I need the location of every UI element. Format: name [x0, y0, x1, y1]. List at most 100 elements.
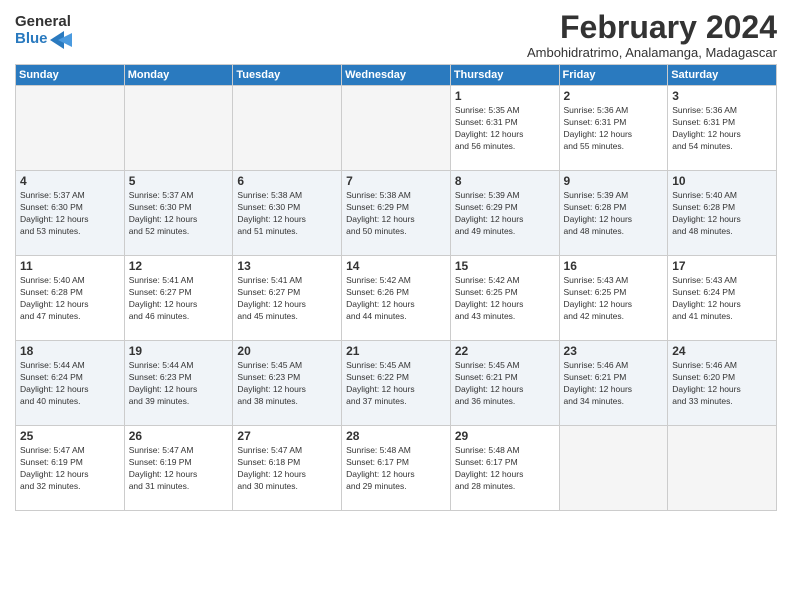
col-saturday: Saturday	[668, 65, 777, 86]
page: General Blue February 2024 Ambohidratrim…	[0, 0, 792, 612]
day-cell: 6 Sunrise: 5:38 AMSunset: 6:30 PMDaylight…	[233, 171, 342, 256]
day-cell: 17Sunrise: 5:43 AMSunset: 6:24 PMDayligh…	[668, 256, 777, 341]
col-monday: Monday	[124, 65, 233, 86]
day-info: Sunrise: 5:35 AMSunset: 6:31 PMDaylight:…	[455, 105, 555, 153]
day-cell: 9Sunrise: 5:39 AMSunset: 6:28 PMDaylight…	[559, 171, 668, 256]
day-info: Sunrise: 5:43 AMSunset: 6:24 PMDaylight:…	[672, 275, 772, 323]
week-row-1: 1 Sunrise: 5:35 AMSunset: 6:31 PMDaylight…	[16, 86, 777, 171]
calendar-header-row: Sunday Monday Tuesday Wednesday Thursday…	[16, 65, 777, 86]
day-cell: 10 Sunrise: 5:40 AMSunset: 6:28 PMDayligh…	[668, 171, 777, 256]
day-number: 2	[564, 89, 664, 103]
day-cell: 7Sunrise: 5:38 AMSunset: 6:29 PMDaylight…	[342, 171, 451, 256]
day-info: Sunrise: 5:40 AMSunset: 6:28 PMDaylight:…	[672, 190, 772, 238]
day-number: 12	[129, 259, 229, 273]
day-cell: 8 Sunrise: 5:39 AMSunset: 6:29 PMDaylight…	[450, 171, 559, 256]
logo-blue: Blue	[15, 31, 72, 49]
day-number: 29	[455, 429, 555, 443]
day-cell: 5 Sunrise: 5:37 AMSunset: 6:30 PMDaylight…	[124, 171, 233, 256]
logo-arrow-icon	[50, 31, 72, 49]
day-info: Sunrise: 5:40 AMSunset: 6:28 PMDaylight:…	[20, 275, 120, 323]
week-row-2: 4 Sunrise: 5:37 AMSunset: 6:30 PMDaylight…	[16, 171, 777, 256]
calendar-table: Sunday Monday Tuesday Wednesday Thursday…	[15, 64, 777, 511]
day-cell	[124, 86, 233, 171]
day-number: 9	[564, 174, 664, 188]
day-number: 15	[455, 259, 555, 273]
day-number: 6	[237, 174, 337, 188]
day-cell: 1 Sunrise: 5:35 AMSunset: 6:31 PMDaylight…	[450, 86, 559, 171]
day-cell: 16 Sunrise: 5:43 AMSunset: 6:25 PMDayligh…	[559, 256, 668, 341]
day-info: Sunrise: 5:37 AMSunset: 6:30 PMDaylight:…	[129, 190, 229, 238]
day-info: Sunrise: 5:47 AMSunset: 6:19 PMDaylight:…	[129, 445, 229, 493]
location-subtitle: Ambohidratrimo, Analamanga, Madagascar	[527, 45, 777, 60]
day-info: Sunrise: 5:42 AMSunset: 6:26 PMDaylight:…	[346, 275, 446, 323]
day-number: 1	[455, 89, 555, 103]
col-thursday: Thursday	[450, 65, 559, 86]
day-info: Sunrise: 5:46 AMSunset: 6:21 PMDaylight:…	[564, 360, 664, 408]
day-cell: 3Sunrise: 5:36 AMSunset: 6:31 PMDaylight…	[668, 86, 777, 171]
day-cell	[559, 426, 668, 511]
day-number: 8	[455, 174, 555, 188]
day-number: 27	[237, 429, 337, 443]
day-info: Sunrise: 5:45 AMSunset: 6:23 PMDaylight:…	[237, 360, 337, 408]
day-info: Sunrise: 5:42 AMSunset: 6:25 PMDaylight:…	[455, 275, 555, 323]
day-info: Sunrise: 5:44 AMSunset: 6:23 PMDaylight:…	[129, 360, 229, 408]
week-row-4: 18Sunrise: 5:44 AMSunset: 6:24 PMDayligh…	[16, 341, 777, 426]
day-info: Sunrise: 5:46 AMSunset: 6:20 PMDaylight:…	[672, 360, 772, 408]
col-sunday: Sunday	[16, 65, 125, 86]
day-cell	[668, 426, 777, 511]
day-info: Sunrise: 5:43 AMSunset: 6:25 PMDaylight:…	[564, 275, 664, 323]
col-tuesday: Tuesday	[233, 65, 342, 86]
day-number: 22	[455, 344, 555, 358]
day-info: Sunrise: 5:38 AMSunset: 6:30 PMDaylight:…	[237, 190, 337, 238]
day-cell: 21 Sunrise: 5:45 AMSunset: 6:22 PMDayligh…	[342, 341, 451, 426]
day-info: Sunrise: 5:37 AMSunset: 6:30 PMDaylight:…	[20, 190, 120, 238]
day-cell: 2Sunrise: 5:36 AMSunset: 6:31 PMDaylight…	[559, 86, 668, 171]
day-number: 4	[20, 174, 120, 188]
day-cell: 25 Sunrise: 5:47 AMSunset: 6:19 PMDayligh…	[16, 426, 125, 511]
col-friday: Friday	[559, 65, 668, 86]
day-cell: 19 Sunrise: 5:44 AMSunset: 6:23 PMDayligh…	[124, 341, 233, 426]
day-number: 18	[20, 344, 120, 358]
day-cell: 12Sunrise: 5:41 AMSunset: 6:27 PMDayligh…	[124, 256, 233, 341]
day-cell: 23Sunrise: 5:46 AMSunset: 6:21 PMDayligh…	[559, 341, 668, 426]
day-number: 24	[672, 344, 772, 358]
day-cell	[16, 86, 125, 171]
title-area: February 2024 Ambohidratrimo, Analamanga…	[527, 10, 777, 60]
day-cell: 29 Sunrise: 5:48 AMSunset: 6:17 PMDayligh…	[450, 426, 559, 511]
day-number: 3	[672, 89, 772, 103]
day-cell: 11Sunrise: 5:40 AMSunset: 6:28 PMDayligh…	[16, 256, 125, 341]
day-cell: 15 Sunrise: 5:42 AMSunset: 6:25 PMDayligh…	[450, 256, 559, 341]
day-cell: 4 Sunrise: 5:37 AMSunset: 6:30 PMDaylight…	[16, 171, 125, 256]
day-number: 10	[672, 174, 772, 188]
day-cell: 27 Sunrise: 5:47 AMSunset: 6:18 PMDayligh…	[233, 426, 342, 511]
day-info: Sunrise: 5:39 AMSunset: 6:29 PMDaylight:…	[455, 190, 555, 238]
logo-container: General Blue	[15, 14, 72, 49]
day-number: 14	[346, 259, 446, 273]
day-number: 20	[237, 344, 337, 358]
logo: General Blue	[15, 14, 72, 49]
day-info: Sunrise: 5:48 AMSunset: 6:17 PMDaylight:…	[455, 445, 555, 493]
day-number: 13	[237, 259, 337, 273]
col-wednesday: Wednesday	[342, 65, 451, 86]
day-number: 5	[129, 174, 229, 188]
month-year-title: February 2024	[527, 10, 777, 45]
day-info: Sunrise: 5:38 AMSunset: 6:29 PMDaylight:…	[346, 190, 446, 238]
day-number: 26	[129, 429, 229, 443]
day-number: 21	[346, 344, 446, 358]
day-number: 25	[20, 429, 120, 443]
day-cell: 13 Sunrise: 5:41 AMSunset: 6:27 PMDayligh…	[233, 256, 342, 341]
day-number: 28	[346, 429, 446, 443]
day-info: Sunrise: 5:48 AMSunset: 6:17 PMDaylight:…	[346, 445, 446, 493]
day-info: Sunrise: 5:47 AMSunset: 6:18 PMDaylight:…	[237, 445, 337, 493]
day-cell: 18Sunrise: 5:44 AMSunset: 6:24 PMDayligh…	[16, 341, 125, 426]
day-info: Sunrise: 5:45 AMSunset: 6:22 PMDaylight:…	[346, 360, 446, 408]
day-info: Sunrise: 5:45 AMSunset: 6:21 PMDaylight:…	[455, 360, 555, 408]
day-number: 16	[564, 259, 664, 273]
day-number: 19	[129, 344, 229, 358]
day-cell: 28 Sunrise: 5:48 AMSunset: 6:17 PMDayligh…	[342, 426, 451, 511]
day-info: Sunrise: 5:41 AMSunset: 6:27 PMDaylight:…	[237, 275, 337, 323]
day-cell: 26 Sunrise: 5:47 AMSunset: 6:19 PMDayligh…	[124, 426, 233, 511]
day-info: Sunrise: 5:47 AMSunset: 6:19 PMDaylight:…	[20, 445, 120, 493]
week-row-3: 11Sunrise: 5:40 AMSunset: 6:28 PMDayligh…	[16, 256, 777, 341]
logo-general: General	[15, 14, 72, 31]
